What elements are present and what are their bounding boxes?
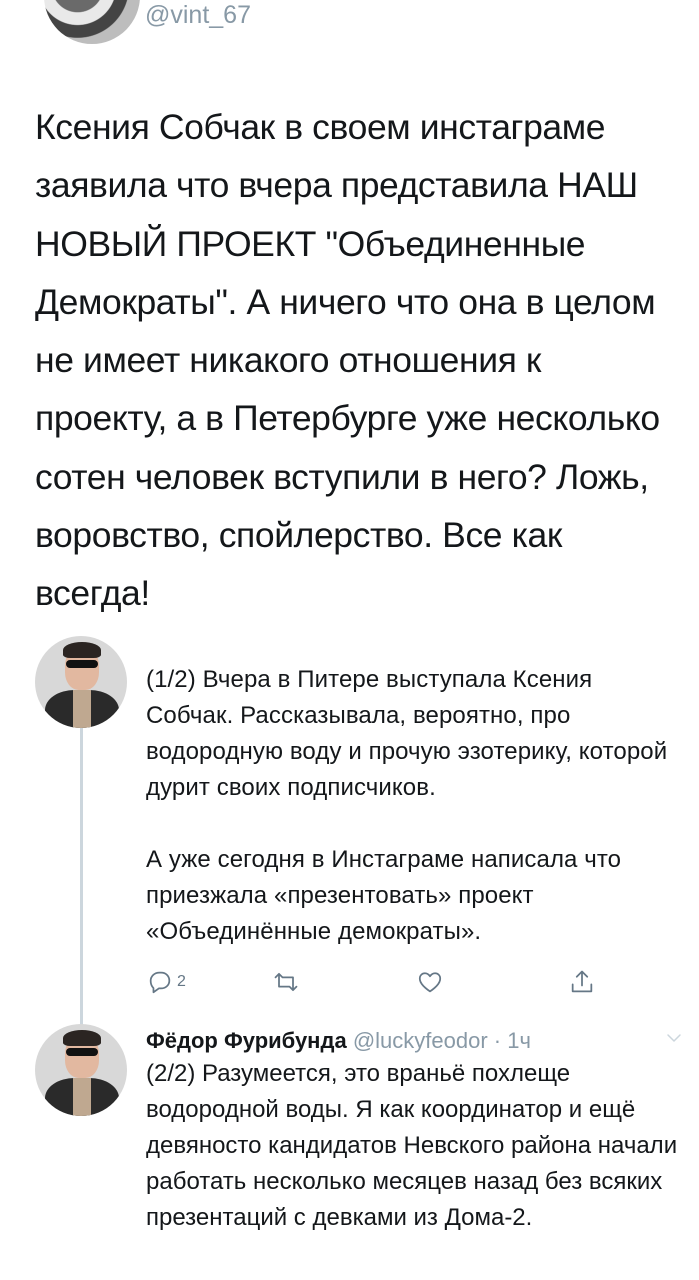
- reply-count: 2: [177, 973, 186, 990]
- top-author-avatar[interactable]: [44, 0, 140, 44]
- tweet2-timestamp[interactable]: 1ч: [507, 1028, 531, 1053]
- share-icon: [571, 970, 593, 993]
- tweet1-paragraph-1: (1/2) Вчера в Питере выступала Ксения Со…: [146, 666, 668, 801]
- separator-dot: ·: [493, 1028, 502, 1053]
- thread-line: [80, 726, 83, 1046]
- heart-icon: [418, 972, 442, 993]
- tweet2-header: Фёдор Фурибунда @luckyfeodor · 1ч: [146, 1026, 686, 1056]
- retweet-icon: [274, 972, 298, 992]
- share-button[interactable]: [568, 964, 596, 1000]
- tweet1-avatar[interactable]: [35, 636, 127, 728]
- tweet2-body: (2/2) Разумеется, это враньё похлеще вод…: [146, 1060, 678, 1231]
- like-button[interactable]: [416, 964, 444, 1000]
- top-author-handle[interactable]: @vint_67: [145, 0, 251, 30]
- tweet2-author-name[interactable]: Фёдор Фурибунда: [146, 1028, 347, 1053]
- chevron-down-icon[interactable]: [666, 1030, 682, 1046]
- tweet1-paragraph-2: А уже сегодня в Инстаграме написала что …: [146, 846, 622, 945]
- quoted-thread: (1/2) Вчера в Питере выступала Ксения Со…: [0, 636, 699, 1280]
- tweet2-author-handle[interactable]: @luckyfeodor: [353, 1028, 488, 1053]
- retweet-button[interactable]: [272, 964, 300, 1000]
- tweet1-body: (1/2) Вчера в Питере выступала Ксения Со…: [146, 662, 686, 950]
- reply-icon: [149, 971, 171, 994]
- main-tweet-text: Ксения Собчак в своем инстаграме заявила…: [35, 107, 660, 614]
- reply-button[interactable]: 2: [146, 964, 186, 1000]
- tweet2-avatar[interactable]: [35, 1024, 127, 1116]
- tweet1-actions: 2: [146, 964, 606, 1000]
